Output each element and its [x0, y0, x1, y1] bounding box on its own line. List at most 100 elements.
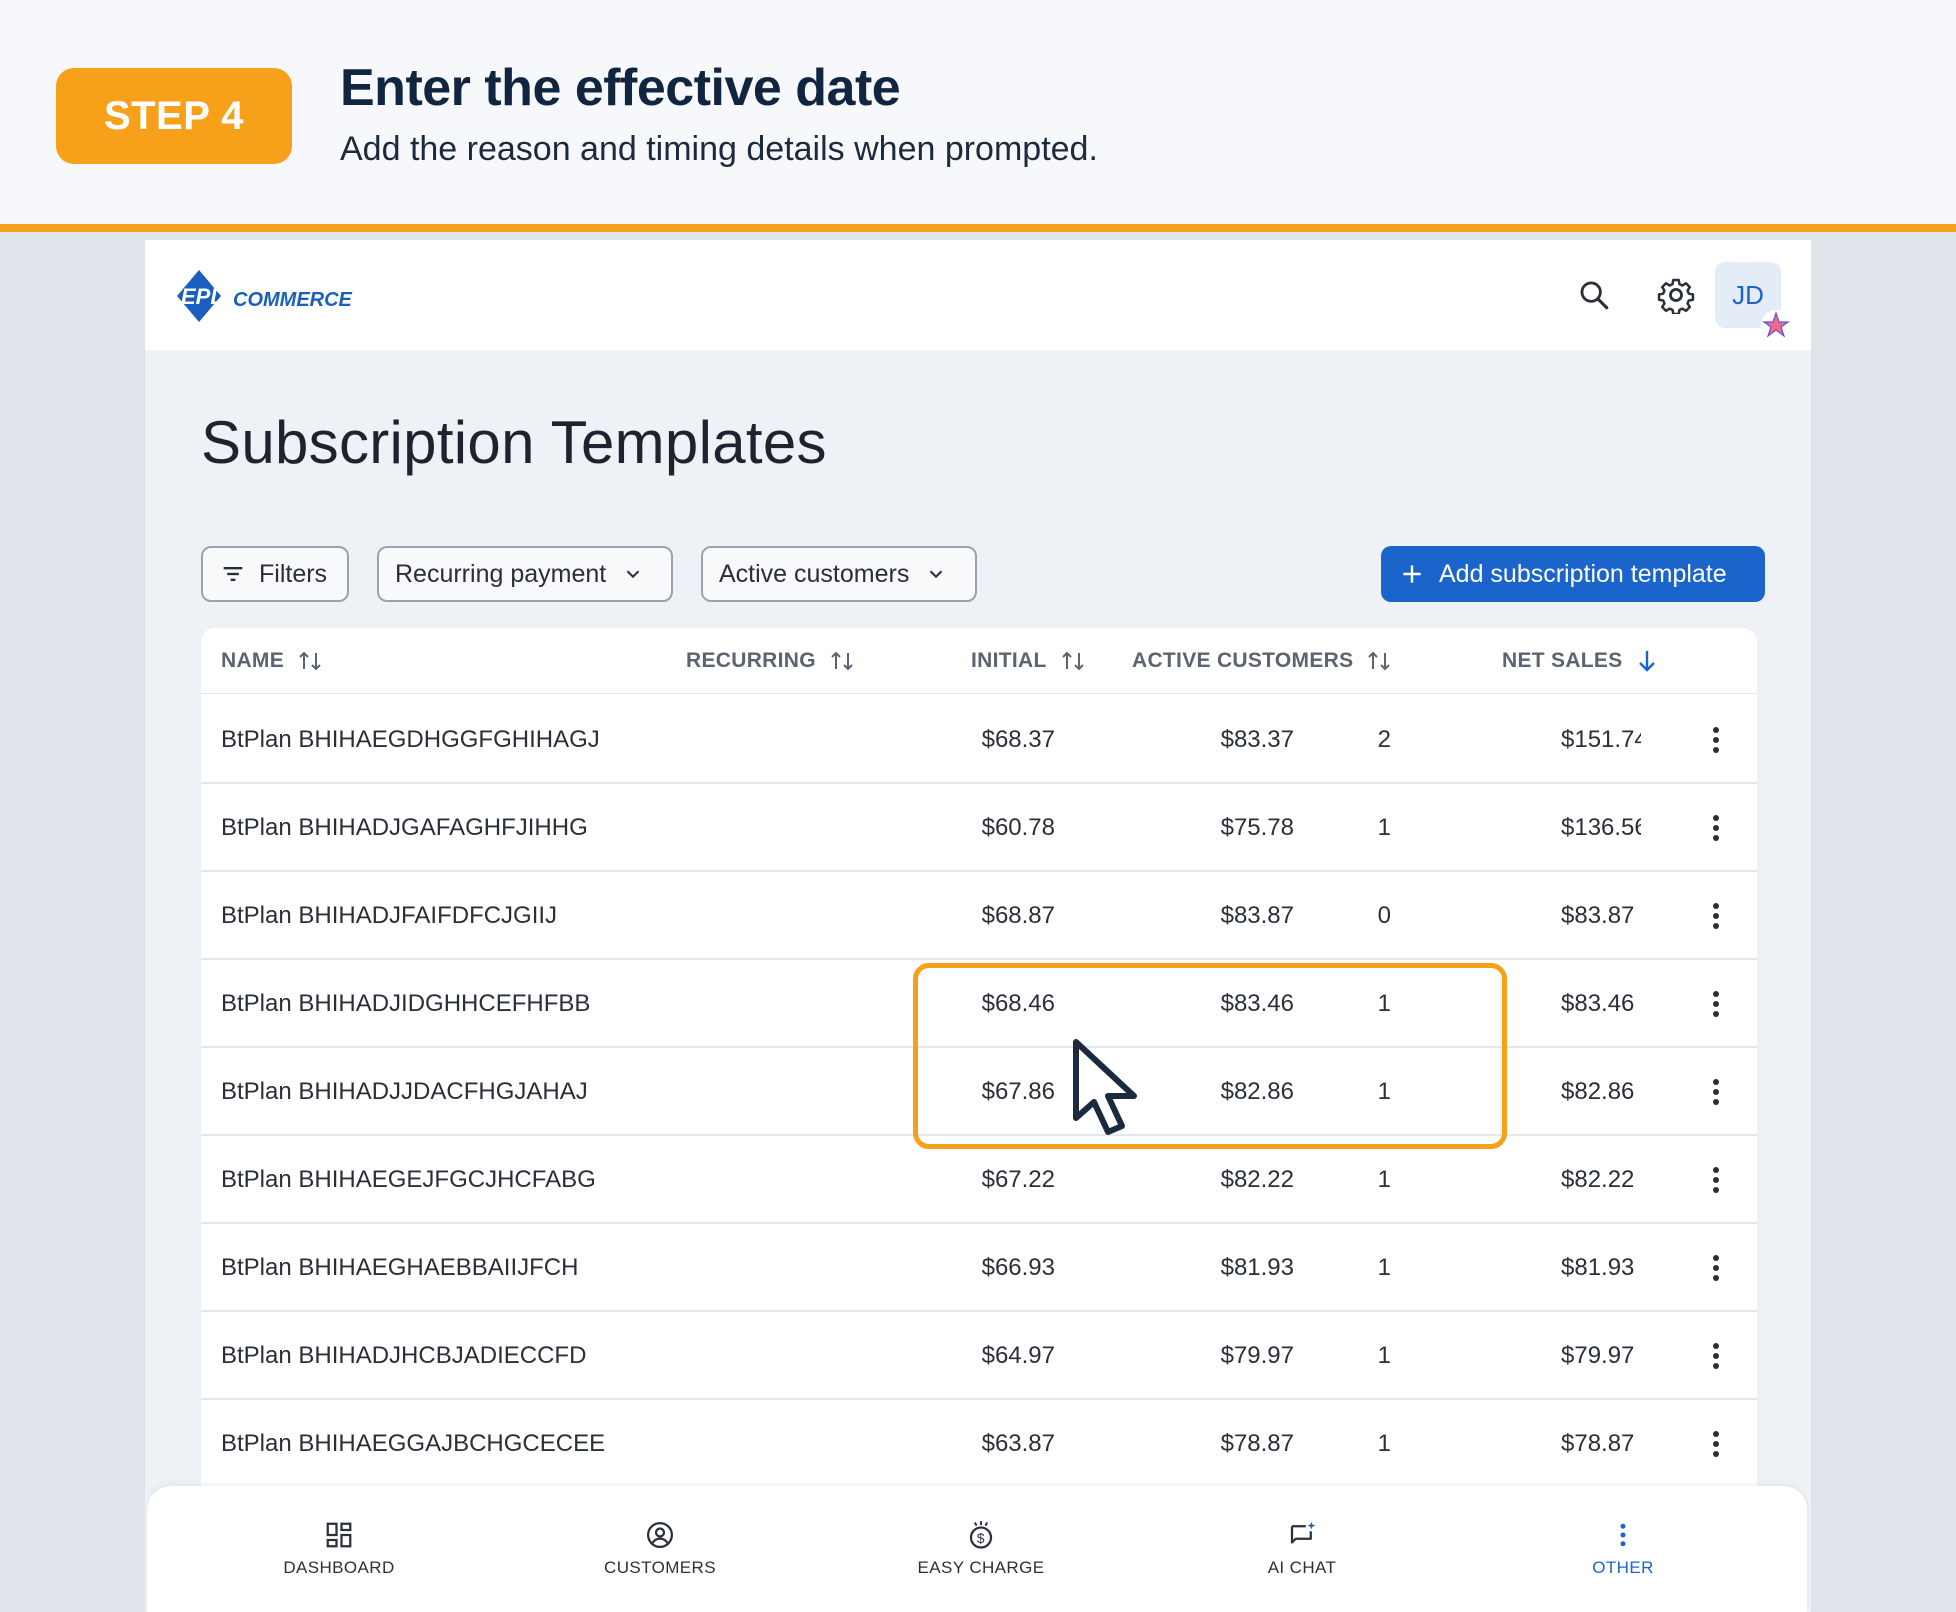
row-menu-button[interactable]: [1701, 1224, 1731, 1312]
chat-sparkle-icon: [1290, 1521, 1316, 1544]
table-row[interactable]: BtPlan BHIHADJGAFAGHFJIHHG $60.78 $75.78 1 $…: [201, 784, 1757, 872]
table-row[interactable]: BtPlan BHIHADJFAIFDFCJGIIJ $68.87 $83.87 0 $…: [201, 872, 1757, 960]
row-menu-button[interactable]: [1701, 872, 1731, 960]
nav-ai-chat[interactable]: AI CHAT: [1202, 1520, 1402, 1578]
add-subscription-template-button[interactable]: Add subscription template: [1381, 546, 1765, 602]
net-sales-value: $79.97: [1561, 1342, 1635, 1369]
column-header-net-sales[interactable]: NET SALES: [1502, 628, 1659, 694]
top-bar: EPD COMMERCE JD: [145, 240, 1811, 350]
nav-customers-label: CUSTOMERS: [604, 1558, 716, 1577]
subscription-templates-table: NAME RECURRING INITIAL ACTIVE CUSTOMERS …: [201, 628, 1757, 1488]
cell-name: BtPlan BHIHADJHCBJADIECCFD: [221, 1342, 587, 1369]
cell-active-customers: 1: [1377, 814, 1391, 841]
row-menu-button[interactable]: [1701, 1400, 1731, 1488]
active-customers-label: Active customers: [719, 559, 910, 588]
ai-assistant-badge-icon[interactable]: [1759, 308, 1793, 342]
column-active-label: ACTIVE CUSTOMERS: [1132, 649, 1354, 672]
cell-name: BtPlan BHIHADJJDACFHGJAHAJ: [221, 1078, 588, 1105]
column-header-initial[interactable]: INITIAL: [971, 628, 1087, 694]
cell-name: BtPlan BHIHADJGAFAGHFJIHHG: [221, 814, 588, 841]
nav-customers[interactable]: CUSTOMERS: [560, 1520, 760, 1578]
more-vertical-icon: [1713, 903, 1719, 929]
step-title: Enter the effective date: [340, 59, 901, 117]
column-header-name[interactable]: NAME: [221, 628, 324, 694]
step-subtitle: Add the reason and timing details when p…: [340, 130, 1098, 168]
step-badge: STEP 4: [56, 68, 292, 164]
cell-name: BtPlan BHIHAEGDHGGFGHIHAGJ: [221, 726, 600, 753]
cell-active-customers: 1: [1377, 1430, 1391, 1457]
nav-easy-charge-label: EASY CHARGE: [917, 1558, 1045, 1577]
user-circle-icon: [647, 1522, 673, 1548]
more-vertical-icon: [1713, 1431, 1719, 1457]
nav-other-label: OTHER: [1592, 1558, 1654, 1577]
cell-name: BtPlan BHIHAEGHAEBBAIIJFCH: [221, 1254, 579, 1281]
cell-active-customers: 1: [1377, 1342, 1391, 1369]
svg-text:$: $: [977, 1531, 985, 1546]
sort-icon: [1368, 651, 1391, 671]
cell-name: BtPlan BHIHADJFAIFDFCJGIIJ: [221, 902, 558, 929]
cell-active-customers: 1: [1377, 1166, 1391, 1193]
svg-text:EPD: EPD: [181, 284, 226, 309]
app-window: EPD COMMERCE JD Subscription Templates F…: [145, 240, 1811, 1612]
net-sales-value: $151.74: [1561, 726, 1641, 753]
row-menu-button[interactable]: [1701, 1136, 1731, 1224]
dashboard-icon: [326, 1522, 352, 1548]
net-sales-value: $83.87: [1561, 902, 1635, 929]
cell-name: BtPlan BHIHADJIDGHHCEFHFBB: [221, 990, 591, 1017]
net-sales-value: $83.46: [1561, 990, 1635, 1017]
table-row[interactable]: BtPlan BHIHAEGDHGGFGHIHAGJ $68.37 $83.37 2 $…: [201, 696, 1757, 784]
coin-dollar-icon: $: [969, 1521, 993, 1549]
recurring-payment-label: Recurring payment: [395, 559, 607, 588]
table-row[interactable]: BtPlan BHIHADJHCBJADIECCFD $64.97 $79.97 1 $…: [201, 1312, 1757, 1400]
sort-icon: [1061, 651, 1084, 671]
column-initial-label: INITIAL: [971, 649, 1047, 672]
sort-icon: [831, 651, 853, 671]
more-vertical-icon: [1713, 727, 1719, 753]
table-row[interactable]: BtPlan BHIHAEGEJFGCJHCFABG $67.22 $82.22 1 $…: [201, 1136, 1757, 1224]
more-vertical-icon: [1713, 1343, 1719, 1369]
recurring-payment-dropdown[interactable]: Recurring payment: [377, 546, 673, 602]
nav-easy-charge[interactable]: $ EASY CHARGE: [881, 1520, 1081, 1578]
column-recurring-label: RECURRING: [686, 649, 816, 672]
nav-ai-chat-label: AI CHAT: [1267, 1558, 1337, 1577]
row-menu-button[interactable]: [1701, 1048, 1731, 1136]
row-menu-button[interactable]: [1701, 696, 1731, 784]
mouse-pointer-icon: [1073, 1039, 1137, 1135]
cell-active-customers: 0: [1377, 902, 1391, 929]
cell-active-customers: 1: [1377, 1078, 1391, 1105]
filter-icon: [223, 567, 243, 581]
table-row[interactable]: BtPlan BHIHADJJDACFHGJAHAJ $67.86 $82.86 1 $…: [201, 1048, 1757, 1136]
nav-dashboard[interactable]: DASHBOARD: [239, 1520, 439, 1578]
chevron-down-icon: [627, 570, 640, 579]
gear-icon[interactable]: [1651, 270, 1701, 320]
filters-button[interactable]: Filters: [201, 546, 349, 602]
column-header-active-customers[interactable]: ACTIVE CUSTOMERS: [1132, 628, 1393, 694]
more-vertical-icon: [1713, 991, 1719, 1017]
column-name-label: NAME: [221, 649, 285, 672]
nav-other[interactable]: OTHER: [1523, 1520, 1723, 1578]
chevron-down-icon: [930, 570, 943, 579]
table-row[interactable]: BtPlan BHIHAEGGAJBCHGCECEE $63.87 $78.87 1 $…: [201, 1400, 1757, 1488]
active-customers-dropdown[interactable]: Active customers: [701, 546, 977, 602]
row-menu-button[interactable]: [1701, 1312, 1731, 1400]
table-row[interactable]: BtPlan BHIHAEGHAEBBAIIJFCH $66.93 $81.93 1 $…: [201, 1224, 1757, 1312]
more-vertical-icon: [1713, 1167, 1719, 1193]
net-sales-value: $82.22: [1561, 1166, 1635, 1193]
search-icon[interactable]: [1569, 270, 1619, 320]
net-sales-value: $82.86: [1561, 1078, 1635, 1105]
net-sales-value: $78.87: [1561, 1430, 1635, 1457]
filters-label: Filters: [259, 559, 328, 588]
row-menu-button[interactable]: [1701, 960, 1731, 1048]
more-vertical-icon: [1713, 1079, 1719, 1105]
cell-active-customers: 1: [1377, 1254, 1391, 1281]
row-menu-button[interactable]: [1701, 784, 1731, 872]
table-row[interactable]: BtPlan BHIHADJIDGHHCEFHFBB $68.46 $83.46 1 $…: [201, 960, 1757, 1048]
column-header-recurring[interactable]: RECURRING: [686, 628, 856, 694]
epd-commerce-logo[interactable]: EPD COMMERCE: [171, 266, 381, 326]
more-vertical-icon: [1713, 815, 1719, 841]
nav-dashboard-label: DASHBOARD: [283, 1558, 395, 1577]
arrow-down-icon: [1638, 651, 1655, 672]
page-title: Subscription Templates: [201, 409, 827, 476]
cell-active-customers: 2: [1377, 726, 1391, 753]
cell-name: BtPlan BHIHAEGGAJBCHGCECEE: [221, 1430, 606, 1457]
